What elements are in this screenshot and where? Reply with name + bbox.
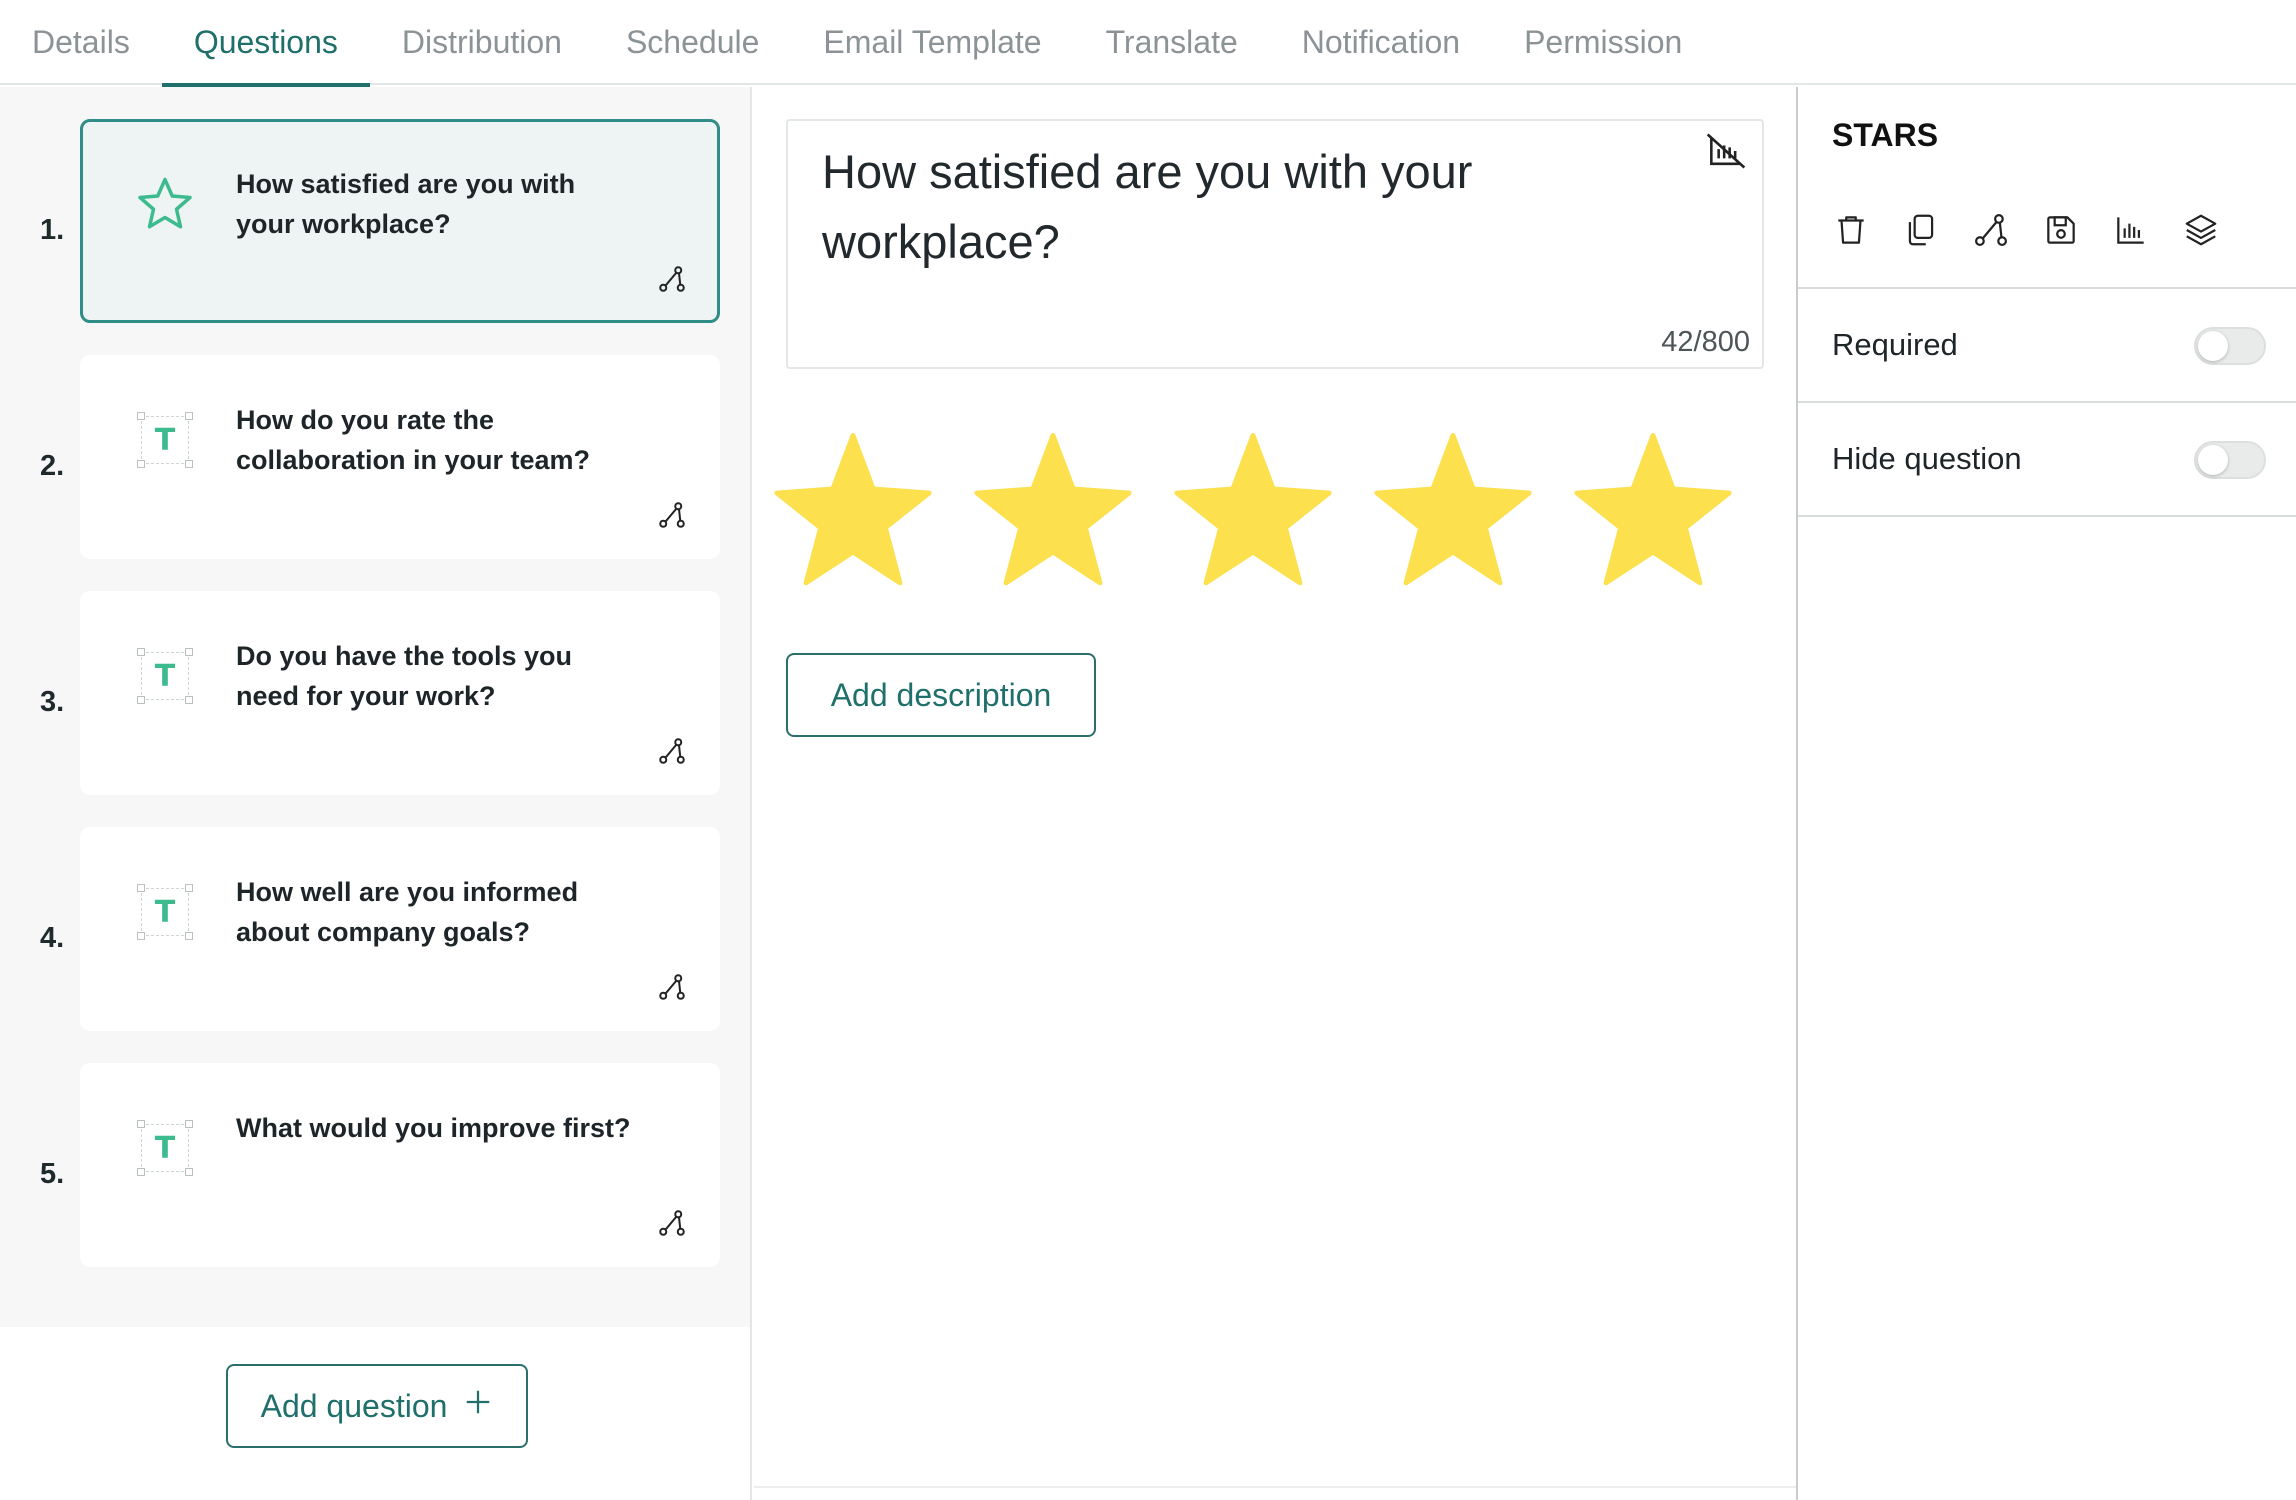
text-icon-letter: T [154, 894, 176, 930]
add-question-label: Add question [260, 1387, 448, 1424]
character-count: 42/800 [1661, 326, 1750, 358]
divider [1798, 515, 2296, 517]
tab-translate[interactable]: Translate [1074, 0, 1270, 85]
question-number: 4. [40, 921, 65, 954]
text-icon: T [135, 646, 195, 706]
hide-question-setting: Hide question [1798, 403, 2296, 515]
question-text: How satisfied are you with your workplac… [236, 169, 576, 239]
tab-questions[interactable]: Questions [161, 0, 370, 87]
rating-star[interactable] [1172, 432, 1334, 588]
text-icon-letter: T [154, 658, 176, 694]
tab-permission[interactable]: Permission [1492, 0, 1714, 85]
logic-icon[interactable] [1968, 205, 2014, 255]
tab-label: Schedule [625, 24, 760, 60]
layers-icon[interactable] [2178, 205, 2224, 255]
tab-details[interactable]: Details [0, 0, 162, 85]
text-icon: T [135, 410, 195, 470]
question-text: How do you rate the collaboration in you… [236, 405, 591, 475]
hide-question-label: Hide question [1832, 441, 2022, 476]
question-text-field[interactable]: How satisfied are you with your workplac… [822, 137, 1622, 277]
question-toolbar [1828, 205, 2224, 261]
question-row: 3. T Do you have the tools you need for … [0, 591, 750, 795]
tab-label: Translate [1105, 24, 1238, 60]
divider [754, 1486, 1796, 1488]
text-icon: T [135, 1118, 195, 1178]
hide-question-toggle[interactable] [2194, 441, 2266, 479]
star-icon [135, 174, 195, 234]
logic-icon[interactable] [657, 264, 687, 294]
logic-icon[interactable] [657, 736, 687, 766]
question-card[interactable]: How satisfied are you with your workplac… [80, 119, 720, 323]
tab-label: Distribution [401, 24, 562, 60]
required-setting: Required [1798, 289, 2296, 401]
question-number: 1. [40, 213, 65, 246]
question-row: 5. T What would you improve first? [0, 1063, 750, 1267]
tab-label: Details [32, 24, 130, 60]
tab-label: Questions [193, 24, 338, 60]
question-number: 3. [40, 685, 65, 718]
save-icon[interactable] [2038, 205, 2084, 255]
text-icon: T [135, 882, 195, 942]
copy-icon[interactable] [1898, 205, 1944, 255]
logic-icon[interactable] [657, 972, 687, 1002]
question-text: Do you have the tools you need for your … [236, 641, 573, 711]
required-label: Required [1832, 327, 1958, 362]
question-card[interactable]: T What would you improve first? [80, 1063, 720, 1267]
tab-label: Notification [1301, 24, 1461, 60]
plus-icon [463, 1387, 493, 1425]
question-number: 5. [40, 1157, 65, 1190]
tab-bar: Details Questions Distribution Schedule … [0, 0, 2296, 87]
question-type-title: STARS [1832, 117, 1939, 153]
logic-icon[interactable] [657, 500, 687, 530]
question-card[interactable]: T Do you have the tools you need for you… [80, 591, 720, 795]
add-description-label: Add description [830, 676, 1052, 713]
question-text: How well are you informed about company … [236, 877, 579, 947]
question-settings-panel: STARS Required Hide question [1796, 87, 2296, 1500]
question-text-editor[interactable]: How satisfied are you with your workplac… [786, 119, 1764, 369]
rating-star[interactable] [1572, 432, 1734, 588]
rating-star[interactable] [1372, 432, 1534, 588]
question-list: 1. How satisfied are you with your workp… [0, 87, 750, 1327]
tab-email-template[interactable]: Email Template [791, 0, 1073, 85]
add-question-button[interactable]: Add question [226, 1364, 528, 1448]
star-rating-preview [772, 432, 1772, 592]
required-toggle[interactable] [2194, 327, 2266, 365]
question-row: 2. T How do you rate the collaboration i… [0, 355, 750, 559]
question-text: What would you improve first? [236, 1113, 631, 1143]
rating-star[interactable] [972, 432, 1134, 588]
logic-icon[interactable] [657, 1208, 687, 1238]
question-row: 4. T How well are you informed about com… [0, 827, 750, 1031]
tab-label: Email Template [823, 24, 1042, 60]
tab-notification[interactable]: Notification [1270, 0, 1492, 85]
question-card[interactable]: T How do you rate the collaboration in y… [80, 355, 720, 559]
rating-star[interactable] [772, 432, 934, 588]
trash-icon[interactable] [1828, 205, 1874, 255]
add-description-button[interactable]: Add description [786, 653, 1096, 737]
question-row: 1. How satisfied are you with your workp… [0, 119, 750, 323]
tab-distribution[interactable]: Distribution [370, 0, 594, 85]
question-card[interactable]: T How well are you informed about compan… [80, 827, 720, 1031]
question-editor-panel: How satisfied are you with your workplac… [754, 87, 1796, 1500]
tab-schedule[interactable]: Schedule [594, 0, 791, 85]
text-icon-letter: T [154, 422, 176, 458]
chart-off-icon[interactable] [1704, 129, 1748, 173]
chart-icon[interactable] [2108, 205, 2154, 255]
question-number: 2. [40, 449, 65, 482]
text-icon-letter: T [154, 1130, 176, 1166]
tab-label: Permission [1524, 24, 1683, 60]
question-list-panel: 1. How satisfied are you with your workp… [0, 87, 752, 1500]
